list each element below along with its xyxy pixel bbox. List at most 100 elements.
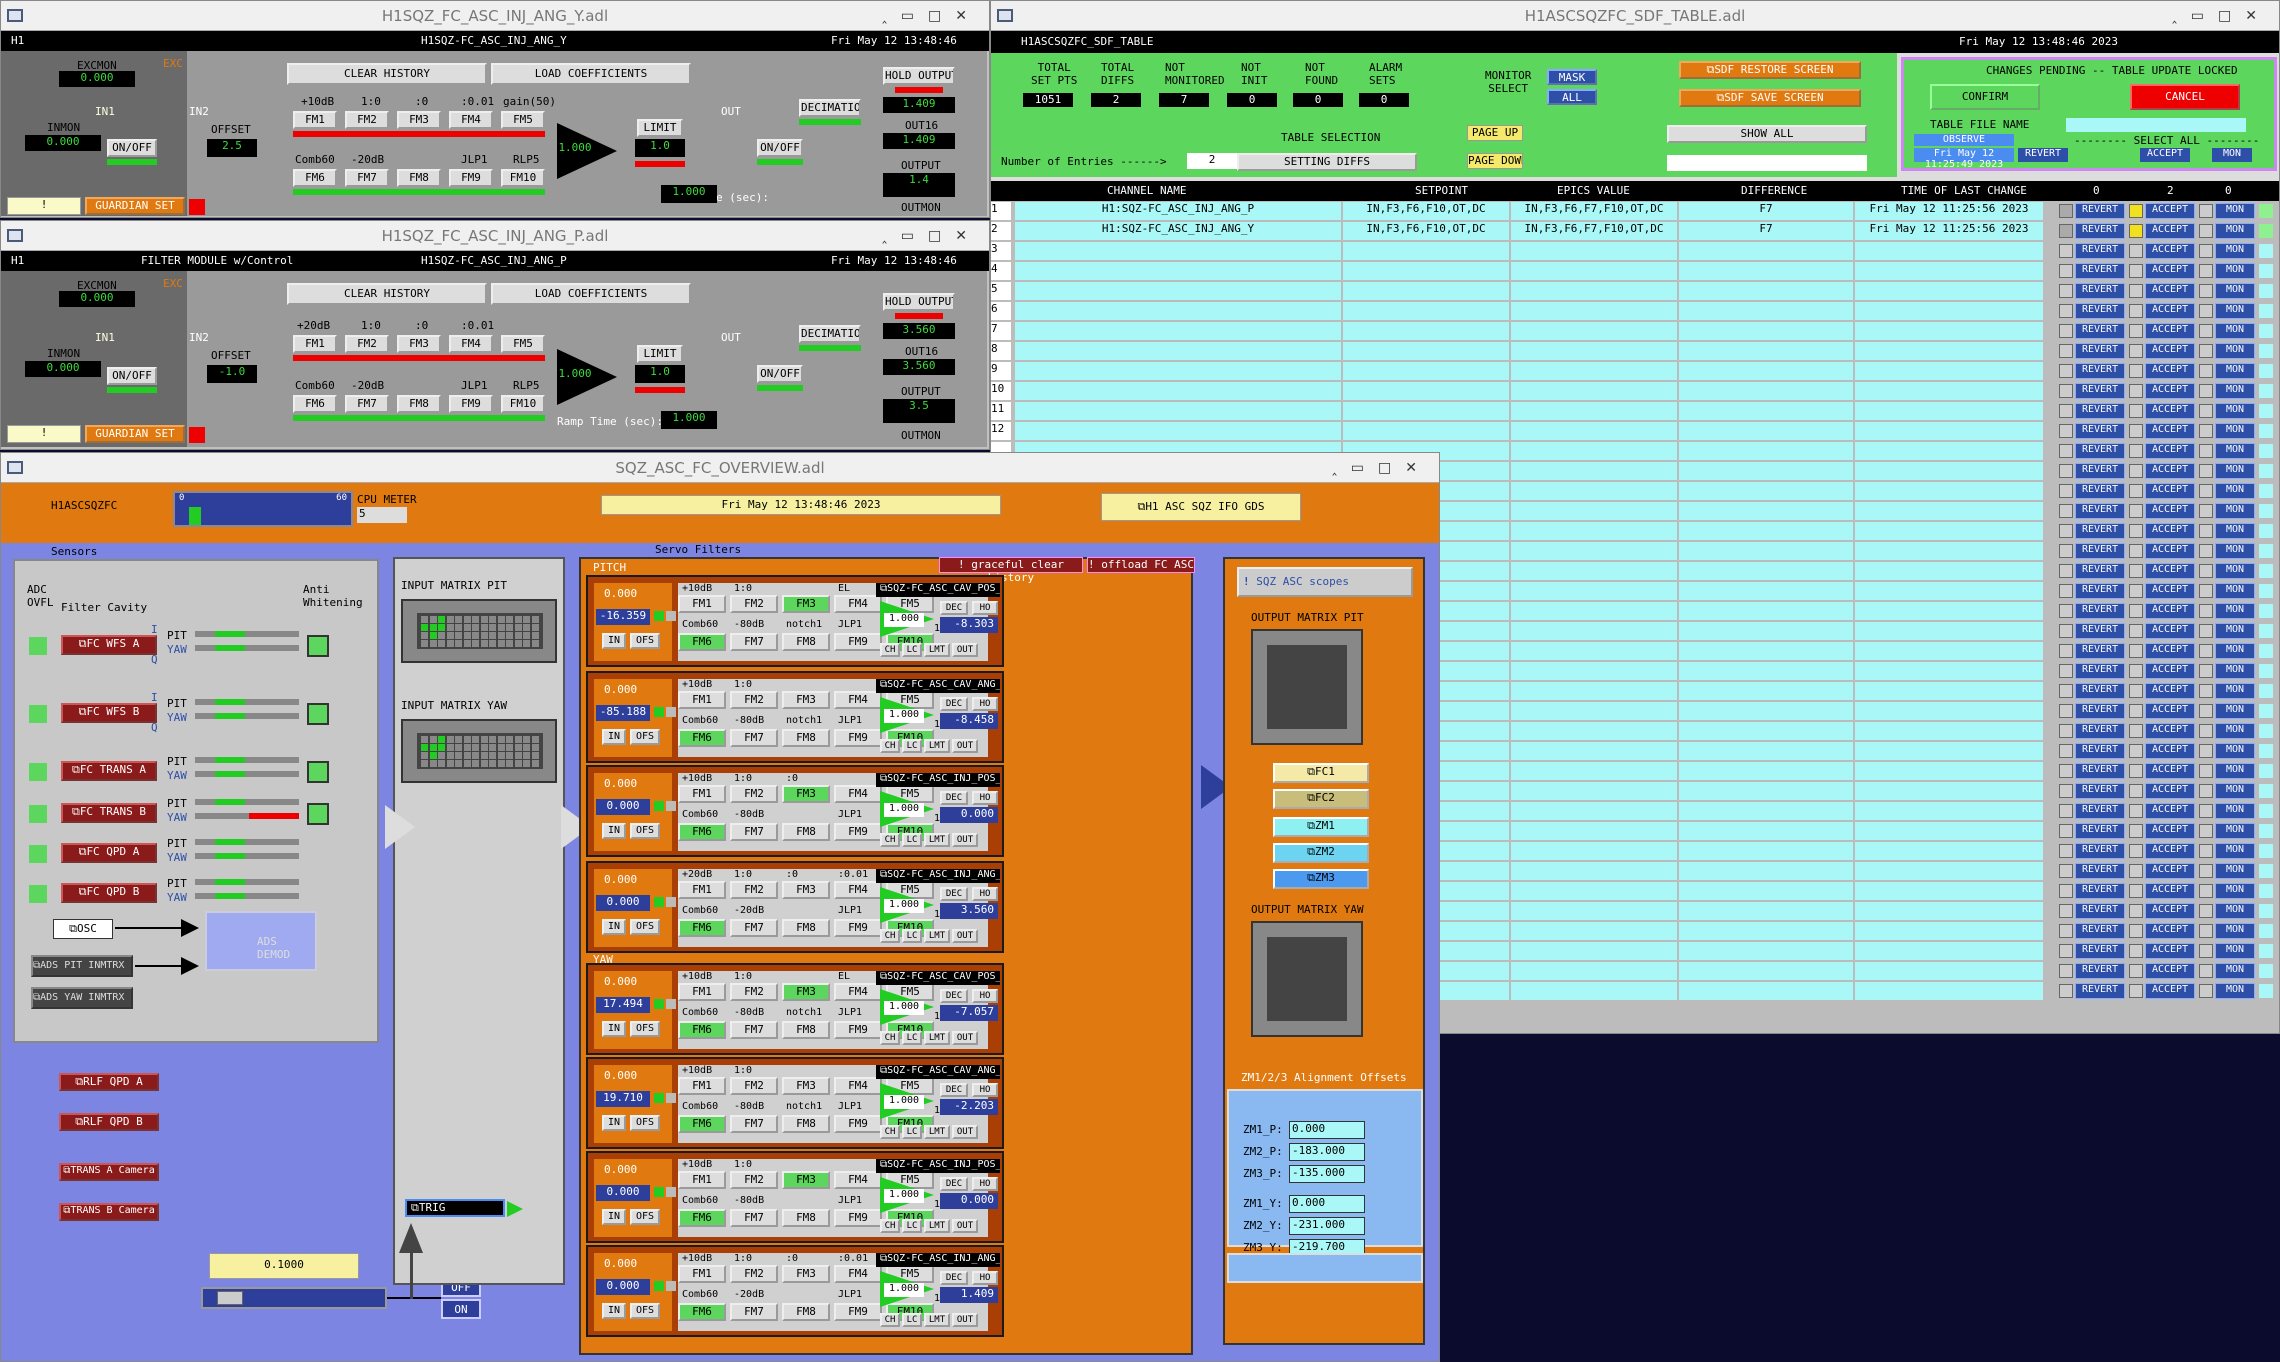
input-matrix-pit[interactable] — [401, 599, 557, 663]
revert-button[interactable]: REVERT — [2075, 563, 2125, 579]
window-titlebar[interactable]: H1SQZ_FC_ASC_INJ_ANG_P.adl ‸▭□✕ — [1, 221, 989, 251]
revert-button[interactable]: REVERT — [2075, 583, 2125, 599]
revert-button[interactable]: REVERT — [2075, 223, 2125, 239]
revert-checkbox[interactable] — [2059, 584, 2073, 598]
revert-button[interactable]: REVERT — [2075, 743, 2125, 759]
accept-button[interactable]: ACCEPT — [2145, 343, 2195, 359]
mon-checkbox[interactable] — [2199, 524, 2213, 538]
revert-button[interactable]: REVERT — [2075, 383, 2125, 399]
mon-checkbox[interactable] — [2199, 564, 2213, 578]
guardian-set-button[interactable]: GUARDIAN SET — [85, 425, 185, 443]
revert-button[interactable]: REVERT — [2075, 303, 2125, 319]
revert-button[interactable]: REVERT — [2075, 623, 2125, 639]
module-ho-button[interactable]: HO — [972, 1177, 998, 1191]
module-out-button[interactable]: OUT — [952, 1219, 978, 1233]
module-ch-button[interactable]: CH — [880, 1125, 900, 1139]
trans-a-camera-button[interactable]: ⧉TRANS A Camera — [59, 1163, 159, 1181]
module-lmt-button[interactable]: LMT — [924, 1219, 950, 1233]
select-all-revert-button[interactable]: REVERT — [2018, 148, 2068, 162]
mon-checkbox[interactable] — [2199, 584, 2213, 598]
mon-button[interactable]: MON — [2215, 523, 2255, 539]
accept-button[interactable]: ACCEPT — [2145, 663, 2195, 679]
accept-checkbox[interactable] — [2129, 664, 2143, 678]
revert-checkbox[interactable] — [2059, 424, 2073, 438]
module-channel[interactable]: ⧉SQZ-FC_ASC_INJ_ANG_P — [876, 869, 1000, 883]
revert-button[interactable]: REVERT — [2075, 323, 2125, 339]
revert-button[interactable]: REVERT — [2075, 803, 2125, 819]
fm-button[interactable]: FM6 — [678, 1115, 726, 1133]
mon-button[interactable]: MON — [2215, 263, 2255, 279]
accept-button[interactable]: ACCEPT — [2145, 843, 2195, 859]
mon-button[interactable]: MON — [2215, 383, 2255, 399]
module-channel[interactable]: ⧉SQZ-FC_ASC_CAV_ANG_Y — [876, 1065, 1000, 1079]
sensor-button[interactable]: ⧉FC TRANS A — [61, 761, 157, 781]
module-ho-button[interactable]: HO — [972, 697, 998, 711]
fm-button[interactable]: FM9 — [834, 1209, 882, 1227]
accept-button[interactable]: ACCEPT — [2145, 723, 2195, 739]
module-lc-button[interactable]: LC — [902, 643, 922, 657]
accept-button[interactable]: ACCEPT — [2145, 803, 2195, 819]
fm-button[interactable]: FM6 — [678, 1209, 726, 1227]
accept-checkbox[interactable] — [2129, 244, 2143, 258]
on-button[interactable]: ON — [441, 1299, 481, 1319]
accept-checkbox[interactable] — [2129, 464, 2143, 478]
fm-button[interactable]: FM8 — [782, 1021, 830, 1039]
window-titlebar[interactable]: SQZ_ASC_FC_OVERVIEW.adl ‸▭□✕ — [1, 453, 1439, 483]
clear-history-button[interactable]: CLEAR HISTORY — [287, 63, 487, 85]
mon-checkbox[interactable] — [2199, 444, 2213, 458]
mon-checkbox[interactable] — [2199, 384, 2213, 398]
revert-checkbox[interactable] — [2059, 324, 2073, 338]
module-lc-button[interactable]: LC — [902, 833, 922, 847]
sensor-button[interactable]: ⧉FC QPD A — [61, 843, 157, 863]
revert-checkbox[interactable] — [2059, 944, 2073, 958]
module-channel[interactable]: ⧉SQZ-FC_ASC_CAV_POS_Y — [876, 971, 1000, 985]
mon-checkbox[interactable] — [2199, 344, 2213, 358]
revert-button[interactable]: REVERT — [2075, 483, 2125, 499]
fm-button[interactable]: FM2 — [730, 1171, 778, 1189]
mon-checkbox[interactable] — [2199, 644, 2213, 658]
mon-button[interactable]: MON — [2215, 863, 2255, 879]
mon-button[interactable]: MON — [2215, 543, 2255, 559]
fm-button[interactable]: FM9 — [834, 1115, 882, 1133]
accept-button[interactable]: ACCEPT — [2145, 243, 2195, 259]
fm-button[interactable]: FM1 — [678, 595, 726, 613]
module-out-button[interactable]: OUT — [952, 1031, 978, 1045]
module-ch-button[interactable]: CH — [880, 1219, 900, 1233]
revert-button[interactable]: REVERT — [2075, 443, 2125, 459]
accept-checkbox[interactable] — [2129, 944, 2143, 958]
mon-checkbox[interactable] — [2199, 864, 2213, 878]
select-all-accept-button[interactable]: ACCEPT — [2140, 148, 2190, 162]
revert-checkbox[interactable] — [2059, 704, 2073, 718]
module-in-button[interactable]: IN — [602, 919, 626, 935]
accept-checkbox[interactable] — [2129, 864, 2143, 878]
fm-button[interactable]: FM3 — [782, 691, 830, 709]
accept-checkbox[interactable] — [2129, 444, 2143, 458]
mon-button[interactable]: MON — [2215, 403, 2255, 419]
limit-button[interactable]: LIMIT — [637, 119, 683, 137]
fm10-button[interactable]: FM10 — [501, 395, 545, 413]
revert-button[interactable]: REVERT — [2075, 403, 2125, 419]
fm-button[interactable]: FM2 — [730, 881, 778, 899]
revert-checkbox[interactable] — [2059, 244, 2073, 258]
mon-button[interactable]: MON — [2215, 783, 2255, 799]
module-ho-button[interactable]: HO — [972, 887, 998, 901]
revert-checkbox[interactable] — [2059, 844, 2073, 858]
module-lc-button[interactable]: LC — [902, 739, 922, 753]
mon-button[interactable]: MON — [2215, 823, 2255, 839]
revert-button[interactable]: REVERT — [2075, 843, 2125, 859]
gds-button[interactable]: ⧉H1 ASC SQZ IFO GDS — [1101, 493, 1301, 521]
module-lmt-button[interactable]: LMT — [924, 929, 950, 943]
mon-button[interactable]: MON — [2215, 203, 2255, 219]
sensor-button[interactable]: ⧉FC WFS A — [61, 635, 157, 655]
module-dec-button[interactable]: DEC — [940, 1083, 968, 1097]
revert-checkbox[interactable] — [2059, 444, 2073, 458]
mon-checkbox[interactable] — [2199, 944, 2213, 958]
fc1-button[interactable]: ⧉FC1 — [1273, 763, 1369, 783]
load-coefficients-button[interactable]: LOAD COEFFICIENTS — [491, 63, 691, 85]
zm3-button[interactable]: ⧉ZM3 — [1273, 869, 1369, 889]
accept-checkbox[interactable] — [2129, 324, 2143, 338]
revert-button[interactable]: REVERT — [2075, 763, 2125, 779]
module-lc-button[interactable]: LC — [902, 1219, 922, 1233]
module-ho-button[interactable]: HO — [972, 1083, 998, 1097]
mon-checkbox[interactable] — [2199, 764, 2213, 778]
